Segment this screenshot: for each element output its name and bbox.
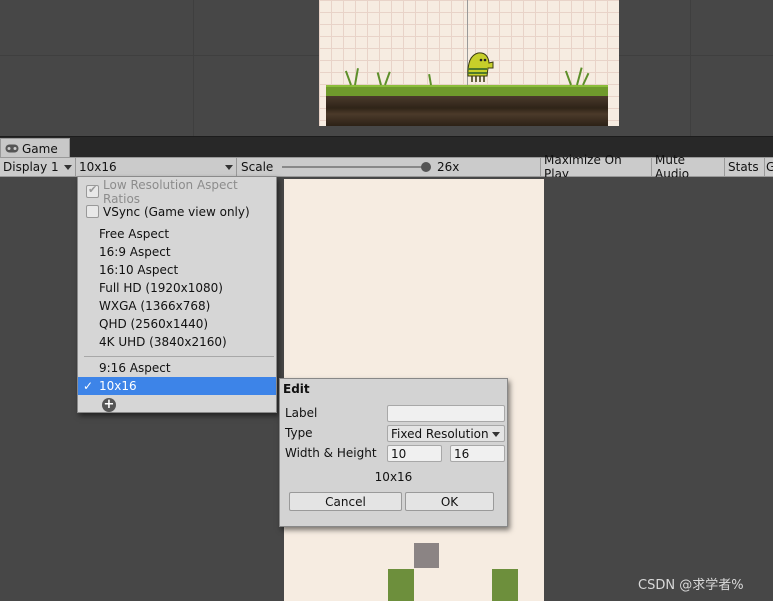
menu-item-label: WXGA (1366x768) [99, 299, 211, 313]
menu-item-10x16[interactable]: ✓ 10x16 [78, 377, 276, 395]
menu-item-4k-uhd[interactable]: 4K UHD (3840x2160) [78, 333, 276, 351]
type-select-value: Fixed Resolution [391, 426, 489, 441]
scale-slider-track[interactable] [282, 166, 427, 168]
menu-item-label: 16:9 Aspect [99, 245, 171, 259]
menu-item-label: 10x16 [99, 379, 137, 393]
menu-item-full-hd[interactable]: Full HD (1920x1080) [78, 279, 276, 297]
watermark: CSDN @求学者% [638, 578, 744, 593]
menu-divider [84, 356, 274, 357]
menu-item-wxga[interactable]: WXGA (1366x768) [78, 297, 276, 315]
stats-label: Stats [728, 160, 759, 174]
vsync-label: VSync (Game view only) [103, 205, 250, 219]
menu-item-label: 9:16 Aspect [99, 361, 171, 375]
menu-item-free-aspect[interactable]: Free Aspect [78, 225, 276, 243]
scene-grid-line [193, 0, 194, 136]
grass-platform [326, 85, 608, 96]
ok-button[interactable]: OK [405, 492, 494, 511]
low-resolution-label: Low Resolution Aspect Ratios [103, 178, 238, 206]
type-select[interactable]: Fixed Resolution [387, 425, 505, 442]
checkbox[interactable]: ✔ [86, 183, 99, 198]
display-label: Display 1 [3, 160, 59, 174]
menu-item-label: 4K UHD (3840x2160) [99, 335, 227, 349]
aspect-dropdown[interactable]: 10x16 [76, 158, 237, 176]
gamepad-icon [5, 144, 19, 153]
gray-block [414, 543, 439, 568]
game-toolbar: Display 1 10x16 Scale 26x Maximize On Pl… [0, 153, 773, 181]
menu-item-16-10-aspect[interactable]: 16:10 Aspect [78, 261, 276, 279]
display-dropdown[interactable]: Display 1 [0, 158, 76, 176]
type-field-label: Type [285, 426, 313, 440]
gizmos-label: G [766, 160, 773, 174]
scale-slider-handle[interactable] [421, 162, 431, 172]
low-resolution-toggle[interactable]: ✔ Low Resolution Aspect Ratios [78, 178, 276, 206]
stats-toggle[interactable]: Stats [725, 158, 765, 176]
scale-value: 26x [437, 160, 460, 174]
gizmos-toggle[interactable]: G [765, 158, 773, 176]
green-block [388, 569, 414, 601]
tab-game-label: Game [22, 141, 58, 156]
aspect-dropdown-menu: ✔ Low Resolution Aspect Ratios VSync (Ga… [77, 176, 277, 413]
menu-item-qhd[interactable]: QHD (2560x1440) [78, 315, 276, 333]
tab-game[interactable]: Game [0, 138, 70, 158]
menu-item-label: Free Aspect [99, 227, 170, 241]
checkbox[interactable] [86, 205, 99, 218]
popup-title: Edit [283, 382, 310, 396]
resolution-preview: 10x16 [374, 470, 413, 484]
label-input[interactable] [387, 405, 505, 422]
chevron-down-icon [225, 165, 233, 170]
add-custom-size-icon[interactable]: + [102, 398, 116, 412]
menu-item-16-9-aspect[interactable]: 16:9 Aspect [78, 243, 276, 261]
doodler-character [467, 52, 494, 82]
edit-resolution-popup: Edit Label Type Fixed Resolution Width &… [279, 378, 508, 527]
mute-audio-toggle[interactable]: Mute Audio [652, 153, 725, 181]
checkmark-icon: ✓ [83, 379, 94, 393]
width-height-label: Width & Height [285, 446, 377, 460]
green-block [492, 569, 518, 601]
maximize-on-play-toggle[interactable]: Maximize On Play [541, 153, 652, 181]
height-input[interactable]: 16 [450, 445, 505, 462]
vsync-toggle[interactable]: VSync (Game view only) [78, 203, 276, 221]
menu-item-label: 16:10 Aspect [99, 263, 179, 277]
scale-label: Scale [241, 160, 274, 174]
chevron-down-icon [64, 165, 72, 170]
aspect-label: 10x16 [79, 160, 117, 174]
chevron-down-icon [492, 432, 500, 437]
menu-item-9-16-aspect[interactable]: 9:16 Aspect [78, 359, 276, 377]
menu-item-label: Full HD (1920x1080) [99, 281, 223, 295]
menu-item-label: QHD (2560x1440) [99, 317, 209, 331]
scene-grid-line [690, 0, 691, 136]
cancel-button[interactable]: Cancel [289, 492, 402, 511]
dirt-platform [326, 96, 608, 126]
checkmark-icon: ✔ [88, 183, 98, 196]
width-input[interactable]: 10 [387, 445, 442, 462]
label-field-label: Label [285, 406, 318, 420]
